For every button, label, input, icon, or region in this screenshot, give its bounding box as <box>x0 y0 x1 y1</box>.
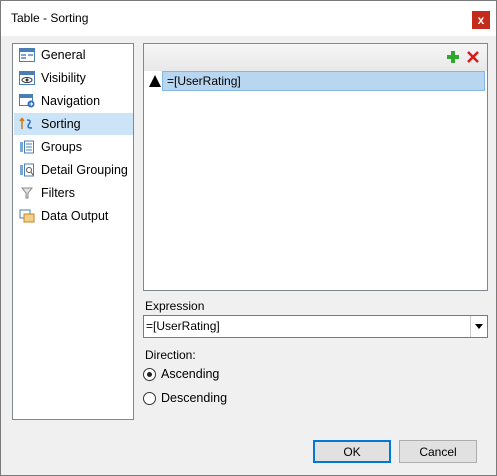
category-list: General Visibility Navigation Sorting Gr… <box>12 43 134 420</box>
nav-item-data-output[interactable]: Data Output <box>14 205 133 227</box>
descending-option[interactable]: Descending <box>143 391 227 405</box>
ascending-arrow-icon <box>148 73 162 89</box>
dialog-window: Table - Sorting x General Visibility Nav… <box>0 0 497 476</box>
sort-row[interactable]: =[UserRating] <box>146 71 485 91</box>
delete-icon[interactable] <box>466 50 480 64</box>
nav-item-sorting[interactable]: Sorting <box>14 113 133 135</box>
nav-item-filters[interactable]: Filters <box>14 182 133 204</box>
nav-item-label: General <box>41 48 86 62</box>
sorting-icon <box>18 116 36 132</box>
ascending-radio[interactable] <box>143 367 156 381</box>
navigation-icon <box>18 93 36 109</box>
ok-button[interactable]: OK <box>313 440 391 463</box>
nav-item-label: Data Output <box>41 209 109 223</box>
nav-item-label: Sorting <box>41 117 81 131</box>
descending-label: Descending <box>161 391 228 405</box>
direction-label: Direction: <box>145 348 196 362</box>
title-bar: Table - Sorting x <box>1 1 496 36</box>
nav-item-general[interactable]: General <box>14 44 133 66</box>
nav-item-label: Filters <box>41 186 76 200</box>
sort-row-expression[interactable]: =[UserRating] <box>162 71 485 91</box>
expression-label: Expression <box>145 299 205 313</box>
nav-item-visibility[interactable]: Visibility <box>14 67 133 89</box>
descending-radio[interactable] <box>143 391 156 405</box>
data-output-icon <box>18 208 36 224</box>
nav-item-navigation[interactable]: Navigation <box>14 90 133 112</box>
ascending-option[interactable]: Ascending <box>143 367 219 381</box>
add-icon[interactable] <box>446 50 460 64</box>
general-icon <box>18 47 36 63</box>
visibility-icon <box>18 70 36 86</box>
groups-icon <box>18 139 36 155</box>
window-title: Table - Sorting <box>11 11 89 25</box>
sort-expressions-panel: =[UserRating] <box>143 43 488 291</box>
chevron-down-icon[interactable] <box>470 316 487 337</box>
expression-value: =[UserRating] <box>146 319 220 333</box>
nav-item-groups[interactable]: Groups <box>14 136 133 158</box>
nav-item-label: Navigation <box>41 94 101 108</box>
nav-item-label: Detail Grouping <box>41 163 128 177</box>
nav-item-label: Groups <box>41 140 82 154</box>
nav-item-label: Visibility <box>41 71 86 85</box>
sort-toolbar <box>144 44 487 71</box>
close-button[interactable]: x <box>472 11 490 29</box>
detail-grouping-icon <box>18 162 36 178</box>
cancel-button[interactable]: Cancel <box>399 440 477 463</box>
filters-icon <box>18 185 36 201</box>
expression-combobox[interactable]: =[UserRating] <box>143 315 488 338</box>
nav-item-detail-grouping[interactable]: Detail Grouping <box>14 159 133 181</box>
ascending-label: Ascending <box>161 367 220 381</box>
